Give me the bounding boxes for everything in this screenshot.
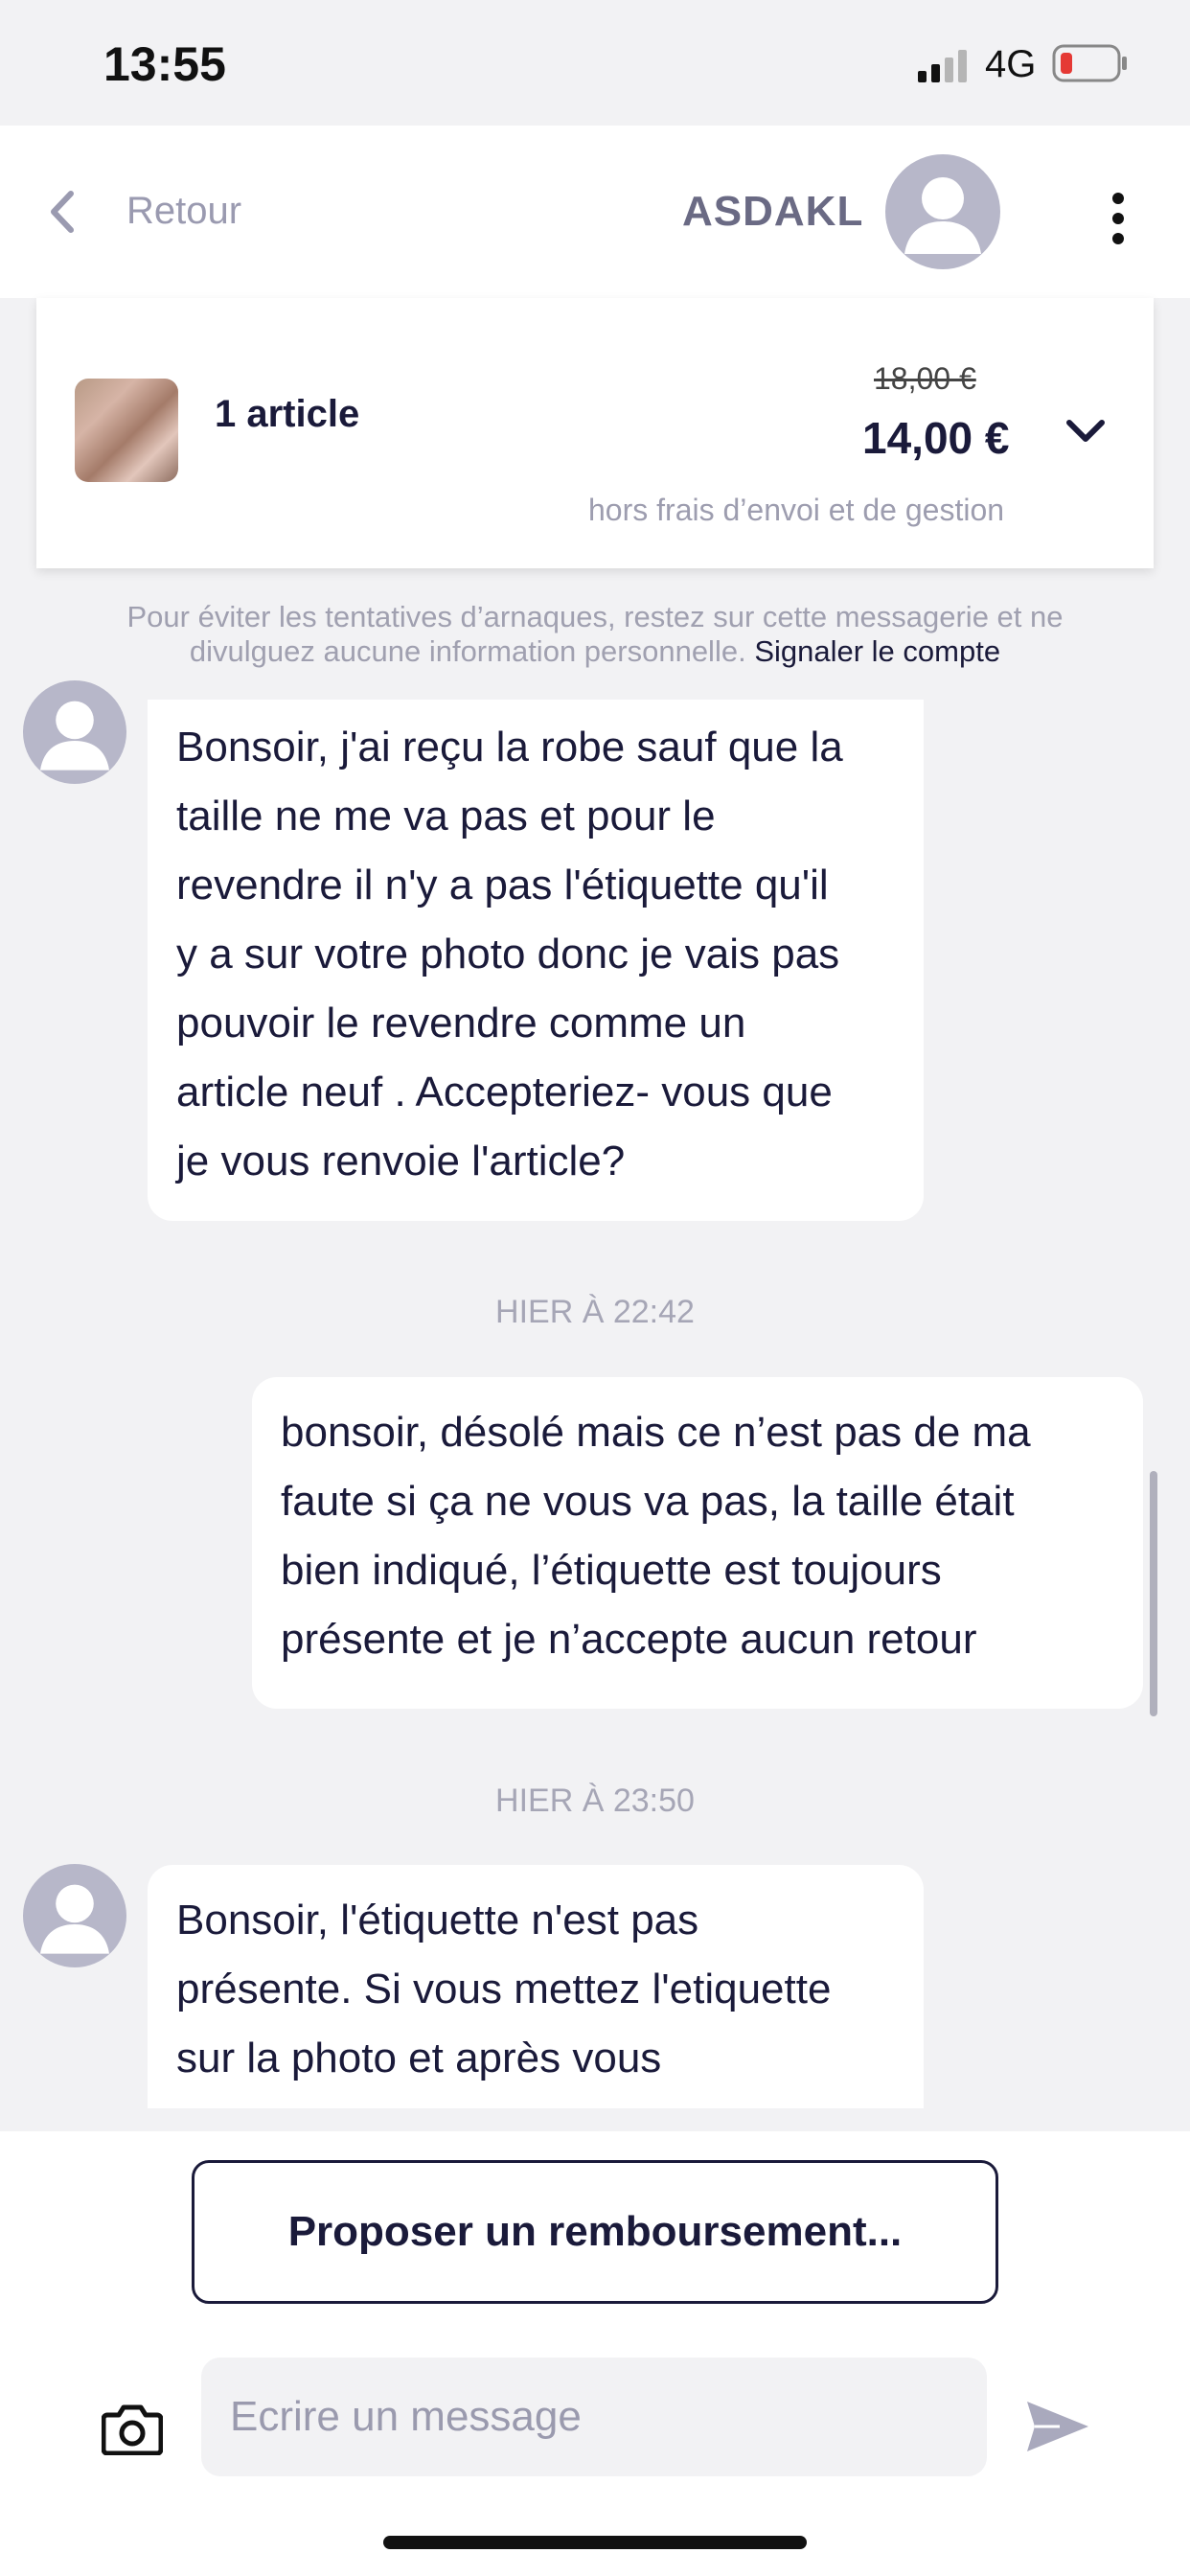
- item-count: 1 article: [215, 393, 360, 435]
- network-label: 4G: [985, 43, 1037, 85]
- message-line: pouvoir le revendre comme un: [176, 1000, 746, 1046]
- message-bubble-received: Bonsoir, l'étiquette n'est pas présente.…: [148, 1865, 924, 2108]
- scam-warning: Pour éviter les tentatives d’arnaques, r…: [86, 600, 1104, 669]
- battery-icon: [1052, 44, 1127, 82]
- message-line: je vous renvoie l'article?: [176, 1138, 626, 1184]
- send-icon[interactable]: [1025, 2400, 1090, 2453]
- signal-icon: [918, 50, 967, 82]
- avatar-icon: [40, 1884, 109, 1954]
- back-chevron-icon[interactable]: [46, 190, 79, 234]
- avatar-icon: [40, 701, 109, 770]
- avatar-icon: [904, 177, 981, 254]
- message-line: sur la photo et après vous: [176, 2035, 662, 2082]
- message-input[interactable]: [201, 2358, 987, 2476]
- message-bubble-received: Bonsoir, j'ai reçu la robe sauf que la t…: [148, 700, 924, 1221]
- shipping-note: hors frais d’envoi et de gestion: [588, 493, 1005, 527]
- home-indicator: [383, 2536, 807, 2549]
- scrollbar[interactable]: [1150, 1471, 1157, 1716]
- message-line: taille ne me va pas et pour le: [176, 793, 716, 840]
- propose-refund-button[interactable]: Proposer un remboursement...: [192, 2160, 998, 2304]
- message-timestamp: HIER À 22:42: [495, 1294, 695, 1330]
- message-line: article neuf . Accepteriez- vous que: [176, 1069, 833, 1116]
- message-bubble-sent: bonsoir, désolé mais ce n’est pas de ma …: [252, 1377, 1143, 1709]
- status-time: 13:55: [103, 37, 226, 91]
- message-timestamp: HIER À 23:50: [495, 1782, 695, 1819]
- message-line: Bonsoir, j'ai reçu la robe sauf que la: [176, 724, 843, 770]
- message-line: bonsoir, désolé mais ce n’est pas de ma: [281, 1409, 1031, 1456]
- user-avatar[interactable]: [885, 154, 1000, 269]
- current-price: 14,00 €: [862, 413, 1010, 463]
- sender-avatar[interactable]: [23, 1864, 126, 1967]
- back-button[interactable]: Retour: [126, 190, 241, 233]
- message-line: présente et je n’accepte aucun retour: [281, 1616, 977, 1663]
- message-line: bien indiqué, l’étiquette est toujours: [281, 1547, 942, 1594]
- item-thumbnail[interactable]: [75, 379, 178, 482]
- message-line: faute si ça ne vous va pas, la taille ét…: [281, 1478, 1015, 1525]
- camera-icon[interactable]: [102, 2404, 163, 2455]
- user-name[interactable]: ASDAKL: [682, 188, 863, 236]
- message-line: revendre il n'y a pas l'étiquette qu'il: [176, 862, 829, 908]
- message-line: Bonsoir, l'étiquette n'est pas: [176, 1897, 699, 1944]
- message-line: y a sur votre photo donc je vais pas: [176, 931, 840, 978]
- chevron-down-icon[interactable]: [1065, 418, 1106, 445]
- sender-avatar[interactable]: [23, 680, 126, 784]
- old-price: 18,00 €: [874, 361, 976, 396]
- message-line: présente. Si vous mettez l'etiquette: [176, 1966, 832, 2012]
- report-account-link[interactable]: Signaler le compte: [754, 634, 1000, 668]
- more-vertical-icon[interactable]: [1111, 192, 1125, 245]
